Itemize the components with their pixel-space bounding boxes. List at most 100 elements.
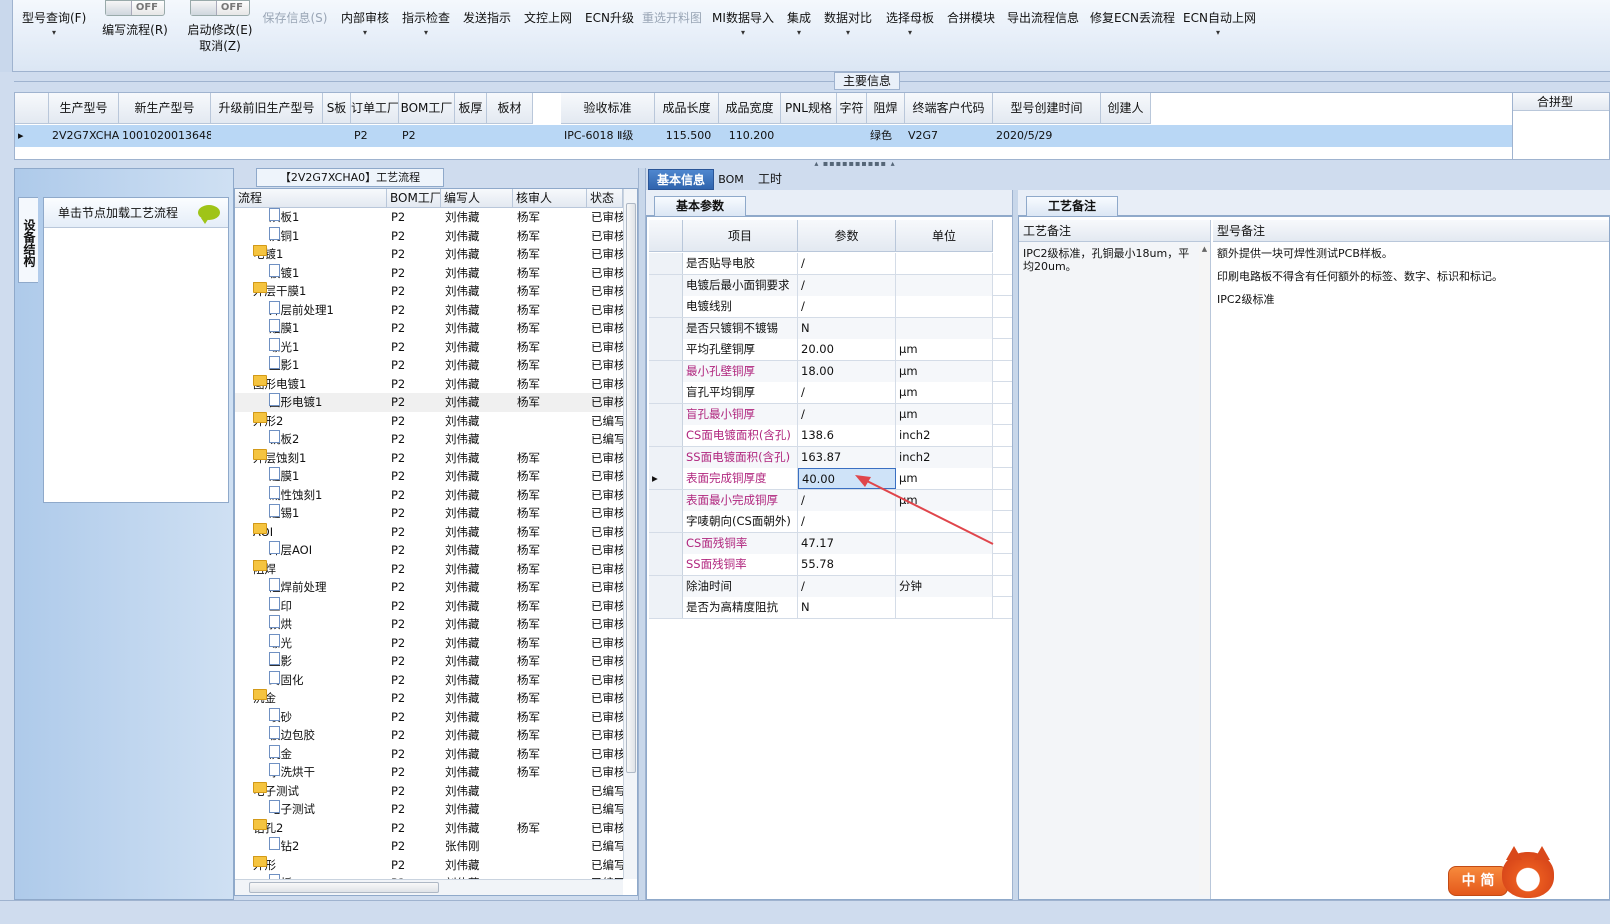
main-col-header[interactable]: 验收标准 <box>561 93 655 124</box>
chevron-down-icon[interactable]: ▾ <box>822 26 874 40</box>
tree-node[interactable]: −电镀1 <box>253 245 387 263</box>
remarks-scrollbar[interactable]: ▲ <box>1199 245 1210 895</box>
tree-row[interactable]: 图形电镀1 P2 刘伟藏 杨军 已审核 <box>235 393 623 412</box>
tree-node[interactable]: −阻焊 <box>253 559 387 578</box>
tree-node[interactable]: 二钻2 <box>269 837 387 855</box>
tree-node[interactable]: 预烘 <box>269 615 387 633</box>
main-cell[interactable]: 2020/5/29 <box>993 125 1101 147</box>
tree-row[interactable]: 水洗烘干 P2 刘伟藏 杨军 已审核 <box>235 763 623 782</box>
tree-node[interactable]: 退锡1 <box>269 504 387 522</box>
load-process-button[interactable]: 单击节点加载工艺流程 <box>44 198 228 228</box>
tree-row[interactable]: 外层前处理1 P2 刘伟藏 杨军 已审核 <box>235 300 623 320</box>
toggle-switch[interactable]: OFF <box>190 0 250 16</box>
toolbar-button[interactable]: MI数据导入 ▾ <box>712 0 774 72</box>
main-col-header[interactable]: 订单工厂 <box>351 93 399 124</box>
main-cell[interactable]: IPC-6018 Ⅱ级 <box>561 125 655 147</box>
toolbar-button[interactable]: 导出流程信息 <box>1006 0 1080 72</box>
tree-node[interactable]: 电子测试 <box>269 800 387 818</box>
tree-node[interactable]: 图形电镀1 <box>269 393 387 411</box>
tree-row[interactable]: −电镀1 P2 刘伟藏 杨军 已审核 <box>235 245 623 264</box>
scroll-thumb[interactable] <box>249 882 439 893</box>
main-col-header[interactable]: 终端客户代码 <box>905 93 993 124</box>
tree-row[interactable]: 显影 P2 刘伟藏 杨军 已审核 <box>235 652 623 671</box>
toolbar-button[interactable]: OFF 启动修改(E) 取消(Z) <box>182 0 258 72</box>
toolbar-button[interactable]: 发送指示 <box>460 0 514 72</box>
tree-node[interactable]: 显影1 <box>269 356 387 374</box>
tree-col-header[interactable]: 状态 <box>587 189 623 208</box>
params-caption[interactable]: 基本参数 <box>654 196 746 216</box>
tree-row[interactable]: 铣板2 P2 刘伟藏 已编写 <box>235 430 623 449</box>
panel-splitter[interactable]: ▴ ▪▪▪▪▪▪▪▪▪▪ ▴ <box>810 160 900 168</box>
tree-node[interactable]: 外层AOI <box>269 541 387 559</box>
chevron-down-icon[interactable]: ▾ <box>712 26 774 40</box>
tree-row[interactable]: −阻焊 P2 刘伟藏 杨军 已审核 <box>235 559 623 579</box>
tree-col-header[interactable]: 核审人 <box>513 189 587 208</box>
tree-node[interactable]: 板边包胶 <box>269 726 387 744</box>
tree-node[interactable]: 退膜1 <box>269 467 387 485</box>
chevron-down-icon[interactable]: ▾ <box>340 26 390 40</box>
tree-node[interactable]: 外层前处理1 <box>269 300 387 319</box>
tree-node[interactable]: −外层蚀刻1 <box>253 448 387 467</box>
tree-row[interactable]: 显影1 P2 刘伟藏 杨军 已审核 <box>235 356 623 375</box>
main-cell[interactable] <box>781 125 837 147</box>
toolbar-button[interactable]: 合拼模块 <box>946 0 996 72</box>
tree-node[interactable]: 曝光 <box>269 633 387 652</box>
tree-node[interactable]: −AOI <box>253 522 387 541</box>
main-cell[interactable] <box>455 125 487 147</box>
toolbar-button[interactable]: 内部审核 ▾ <box>340 0 390 72</box>
tree-row[interactable]: 电子测试 P2 刘伟藏 已编写 <box>235 800 623 819</box>
tree-node[interactable]: 阻焊前处理 <box>269 578 387 596</box>
tree-node[interactable]: −图形电镀1 <box>253 374 387 393</box>
toolbar-button[interactable]: ECN自动上网 ▾ <box>1183 0 1256 72</box>
main-col-header[interactable]: 板厚 <box>455 93 487 124</box>
tab-work-hours[interactable]: 工时 <box>752 169 788 190</box>
main-col-header[interactable]: 生产型号 <box>49 93 119 124</box>
tree-node[interactable]: 终固化 <box>269 670 387 689</box>
main-col-header[interactable]: 阻焊 <box>867 93 905 124</box>
tree-node[interactable]: 烘板1 <box>269 208 387 226</box>
tree-node[interactable]: 铣板2 <box>269 430 387 448</box>
main-col-header[interactable]: S板 <box>323 93 351 124</box>
tree-node[interactable]: 碱性蚀刻1 <box>269 485 387 504</box>
tree-row[interactable]: 预烘 P2 刘伟藏 杨军 已审核 <box>235 615 623 634</box>
scroll-thumb[interactable] <box>626 203 636 773</box>
tree-row[interactable]: 碱性蚀刻1 P2 刘伟藏 杨军 已审核 <box>235 485 623 505</box>
tree-node[interactable]: −外形 <box>253 855 387 874</box>
tree-node[interactable]: 板镀1 <box>269 263 387 282</box>
toolbar-button[interactable]: 保存信息(S) <box>262 0 328 72</box>
main-col-header[interactable]: 型号创建时间 <box>993 93 1101 124</box>
main-col-header[interactable]: PNL规格 <box>781 93 837 124</box>
tree-row[interactable]: 贴膜1 P2 刘伟藏 杨军 已审核 <box>235 319 623 338</box>
vertical-tab-equipment[interactable]: 设备结构 <box>18 197 38 283</box>
tree-horizontal-scrollbar[interactable] <box>235 879 623 895</box>
main-info-tab[interactable]: 主要信息 <box>834 72 900 90</box>
tree-row[interactable]: −电子测试 P2 刘伟藏 已编写 <box>235 781 623 801</box>
main-cell[interactable] <box>211 125 323 147</box>
toolbar-button[interactable]: 数据对比 ▾ <box>822 0 874 72</box>
tree-node[interactable]: 显影 <box>269 652 387 670</box>
main-col-header[interactable]: 升级前旧生产型号 <box>211 93 323 124</box>
tree-row[interactable]: 沉金 P2 刘伟藏 杨军 已审核 <box>235 744 623 764</box>
process-remark-text[interactable]: IPC2级标准，孔铜最小18um，平 均20um。 <box>1023 247 1199 273</box>
main-col-header[interactable]: BOM工厂 <box>399 93 455 124</box>
main-cell[interactable]: V2G7 <box>905 125 993 147</box>
chevron-down-icon[interactable]: ▾ <box>785 26 813 40</box>
chevron-down-icon[interactable]: ▾ <box>22 26 86 40</box>
main-col-header[interactable]: 字符 <box>837 93 867 124</box>
tree-row[interactable]: 板边包胶 P2 刘伟藏 杨军 已审核 <box>235 726 623 745</box>
tree-node[interactable]: −外形2 <box>253 411 387 430</box>
tree-row[interactable]: 沉铜1 P2 刘伟藏 杨军 已审核 <box>235 226 623 246</box>
tree-node[interactable]: 水洗烘干 <box>269 763 387 781</box>
chevron-down-icon[interactable]: ▾ <box>884 26 936 40</box>
main-cell[interactable]: 110.200 <box>719 125 781 147</box>
tree-row[interactable]: −外形 P2 刘伟藏 已编写 <box>235 855 623 875</box>
tree-row[interactable]: 二钻2 P2 张伟刚 已编写 <box>235 837 623 856</box>
tree-node[interactable]: 曝光1 <box>269 337 387 356</box>
tree-row[interactable]: −外层干膜1 P2 刘伟藏 杨军 已审核 <box>235 282 623 301</box>
main-col-header[interactable]: 新生产型号 <box>119 93 211 124</box>
tree-node[interactable]: −外层干膜1 <box>253 282 387 300</box>
main-col-header[interactable]: 成品宽度 <box>719 93 781 124</box>
toolbar-button[interactable]: 型号查询(F) ▾ <box>22 0 86 72</box>
tree-node[interactable]: 丝印 <box>269 596 387 615</box>
tree-node[interactable]: 贴膜1 <box>269 319 387 337</box>
